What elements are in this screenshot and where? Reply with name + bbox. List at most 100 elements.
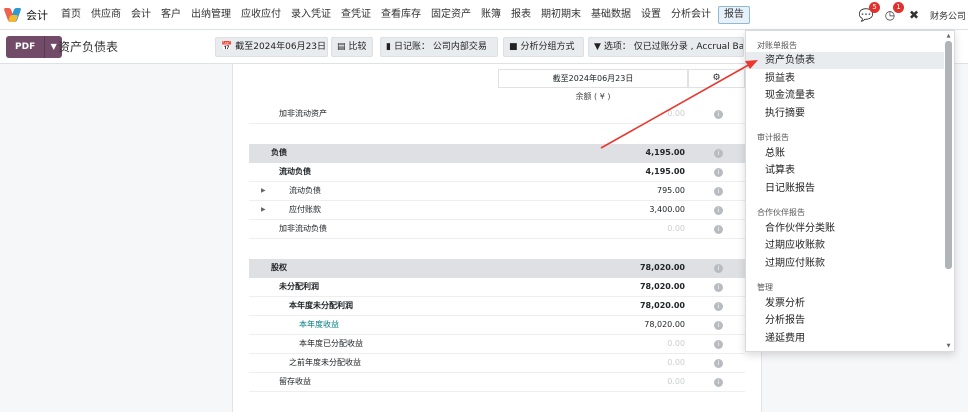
info-icon[interactable]: i <box>714 110 723 119</box>
analytic-groupby-button[interactable]: ■ 分析分组方式 <box>503 37 584 57</box>
dropdown-item-executive-summary[interactable]: 执行摘要 <box>746 105 944 122</box>
menu-item-ledgers[interactable]: 账簿 <box>476 0 506 30</box>
report-section-liabilities[interactable]: 负债 4,195.00 i <box>249 144 745 163</box>
dropdown-group-audit: 审计报告 <box>757 133 789 142</box>
info-icon[interactable]: i <box>714 225 723 234</box>
menu-item-inventory[interactable]: 查看库存 <box>376 0 426 30</box>
menu-item-accounting[interactable]: 会计 <box>126 0 156 30</box>
line-label: 留存收益 <box>279 377 311 386</box>
report-line[interactable]: ▶ 应付账款 3,400.00 i <box>249 201 745 220</box>
menu-item-analytic[interactable]: 分析会计 <box>666 0 716 30</box>
dropdown-item-journal-report[interactable]: 日记账报告 <box>746 180 944 197</box>
report-line[interactable]: 本年度已分配收益 0.00 i <box>249 335 745 354</box>
info-icon[interactable]: i <box>714 149 723 158</box>
dropdown-item-profit-loss[interactable]: 损益表 <box>746 70 944 87</box>
info-icon[interactable]: i <box>714 283 723 292</box>
journal-filter-button[interactable]: ▮ 日记账： 公司内部交易 <box>380 37 498 57</box>
comparison-button[interactable]: ▤ 比较 <box>331 37 373 57</box>
line-value[interactable]: 78,020.00 <box>640 278 685 296</box>
info-icon[interactable]: i <box>714 321 723 330</box>
dropdown-item-aged-receivable[interactable]: 过期应收账款 <box>746 237 944 254</box>
expand-caret-icon[interactable]: ▶ <box>261 182 266 200</box>
info-icon[interactable]: i <box>714 168 723 177</box>
book-icon: ▮ <box>386 42 391 52</box>
line-value[interactable]: 0.00 <box>667 354 685 372</box>
line-value[interactable]: 4,195.00 <box>646 144 685 162</box>
date-filter-button[interactable]: 📅 截至2024年06月23日 <box>215 37 328 57</box>
comparison-label: 比较 <box>348 42 367 52</box>
dropdown-item-balance-sheet[interactable]: 资产负债表 <box>746 52 944 69</box>
pdf-button[interactable]: PDF <box>6 36 45 58</box>
info-icon[interactable]: i <box>714 359 723 368</box>
info-icon[interactable]: i <box>714 378 723 387</box>
line-value[interactable]: 78,020.00 <box>644 316 685 334</box>
dropdown-item-partner-ledger[interactable]: 合作伙伴分类账 <box>746 220 944 237</box>
dropdown-item-analytic-report[interactable]: 分析报告 <box>746 312 944 329</box>
expand-caret-icon[interactable]: ▶ <box>261 201 266 219</box>
app-name[interactable]: 会计 <box>26 7 48 23</box>
menu-item-period[interactable]: 期初期末 <box>536 0 586 30</box>
menu-item-receivable-payable[interactable]: 应收应付 <box>236 0 286 30</box>
info-icon[interactable]: i <box>714 264 723 273</box>
line-value[interactable]: 78,020.00 <box>640 259 685 277</box>
navbar-systray: 💬 5 ◷ 1 ✖ 财务公司 <box>858 0 968 30</box>
report-line[interactable]: 未分配利润 78,020.00 i <box>249 278 745 297</box>
dropdown-item-general-ledger[interactable]: 总账 <box>746 145 944 162</box>
dropdown-item-invoice-analysis[interactable]: 发票分析 <box>746 295 944 312</box>
line-value[interactable]: 0.00 <box>667 335 685 353</box>
report-section-equity[interactable]: 股权 78,020.00 i <box>249 259 745 278</box>
menu-item-reports[interactable]: 报表 <box>506 0 536 30</box>
chat-icon[interactable]: 💬 5 <box>858 2 880 23</box>
info-icon[interactable]: i <box>714 206 723 215</box>
line-value[interactable]: 78,020.00 <box>640 297 685 315</box>
calendar-icon: 📅 <box>221 42 233 52</box>
menu-item-settings[interactable]: 设置 <box>636 0 666 30</box>
menu-item-master-data[interactable]: 基础数据 <box>586 0 636 30</box>
menu-item-reporting[interactable]: 报告 <box>718 5 750 24</box>
options-filter-button[interactable]: ▼ 选项： 仅已过账分录 , Accrual Basis <box>588 37 744 57</box>
scroll-up-arrow-icon[interactable]: ▲ <box>945 33 952 39</box>
dropdown-item-cash-flow[interactable]: 现金流量表 <box>746 87 944 104</box>
menu-item-view-voucher[interactable]: 查凭证 <box>336 0 376 30</box>
column-header-date: 截至2024年06月23日 <box>498 69 688 88</box>
funnel-icon: ▼ <box>594 42 601 52</box>
info-icon[interactable]: i <box>714 187 723 196</box>
report-line[interactable]: 留存收益 0.00 i <box>249 373 745 392</box>
activity-clock-icon[interactable]: ◷ 1 <box>882 2 904 23</box>
line-value[interactable]: 0.00 <box>667 105 685 123</box>
line-value[interactable]: 0.00 <box>667 373 685 391</box>
line-value[interactable]: 0.00 <box>667 220 685 238</box>
report-line[interactable]: 加非流动负债 0.00 i <box>249 220 745 239</box>
report-line[interactable]: ▶ 流动负债 795.00 i <box>249 182 745 201</box>
info-icon[interactable]: i <box>714 302 723 311</box>
dropdown-item-deferred-expenses[interactable]: 递延费用 <box>746 330 944 347</box>
menu-item-vendors[interactable]: 供应商 <box>86 0 126 30</box>
info-icon[interactable]: i <box>714 340 723 349</box>
menu-item-home[interactable]: 首页 <box>56 0 86 30</box>
line-label[interactable]: 本年度收益 <box>299 316 339 334</box>
dropdown-item-trial-balance[interactable]: 试算表 <box>746 162 944 179</box>
menu-item-enter-voucher[interactable]: 录入凭证 <box>286 0 336 30</box>
line-value[interactable]: 3,400.00 <box>649 201 685 219</box>
column-settings-icon[interactable]: ⚙ <box>688 69 745 88</box>
scroll-down-arrow-icon[interactable]: ▼ <box>945 343 952 349</box>
dropdown-scrollbar[interactable]: ▲ ▼ <box>945 33 952 349</box>
report-line[interactable]: 之前年度未分配收益 0.00 i <box>249 354 745 373</box>
report-line[interactable]: 本年度收益 78,020.00 i <box>249 316 745 335</box>
report-line[interactable]: 加非流动资产 0.00 i <box>249 105 745 124</box>
menu-item-cashier[interactable]: 出纳管理 <box>186 0 236 30</box>
app-logo-icon[interactable] <box>3 7 22 22</box>
line-value[interactable]: 4,195.00 <box>646 163 685 181</box>
scrollbar-thumb[interactable] <box>945 41 952 269</box>
company-user-name[interactable]: 财务公司 <box>930 9 966 22</box>
line-label: 本年度已分配收益 <box>299 339 363 348</box>
line-value[interactable]: 795.00 <box>657 182 685 200</box>
dropdown-group-partner: 合作伙伴报告 <box>757 208 805 217</box>
menu-item-customers[interactable]: 客户 <box>156 0 186 30</box>
report-line[interactable]: 流动负债 4,195.00 i <box>249 163 745 182</box>
report-line[interactable]: 本年度未分配利润 78,020.00 i <box>249 297 745 316</box>
line-label: 加非流动资产 <box>279 109 327 118</box>
debug-tools-icon[interactable]: ✖ <box>906 7 922 23</box>
dropdown-item-aged-payable[interactable]: 过期应付账款 <box>746 255 944 272</box>
menu-item-fixed-assets[interactable]: 固定资产 <box>426 0 476 30</box>
